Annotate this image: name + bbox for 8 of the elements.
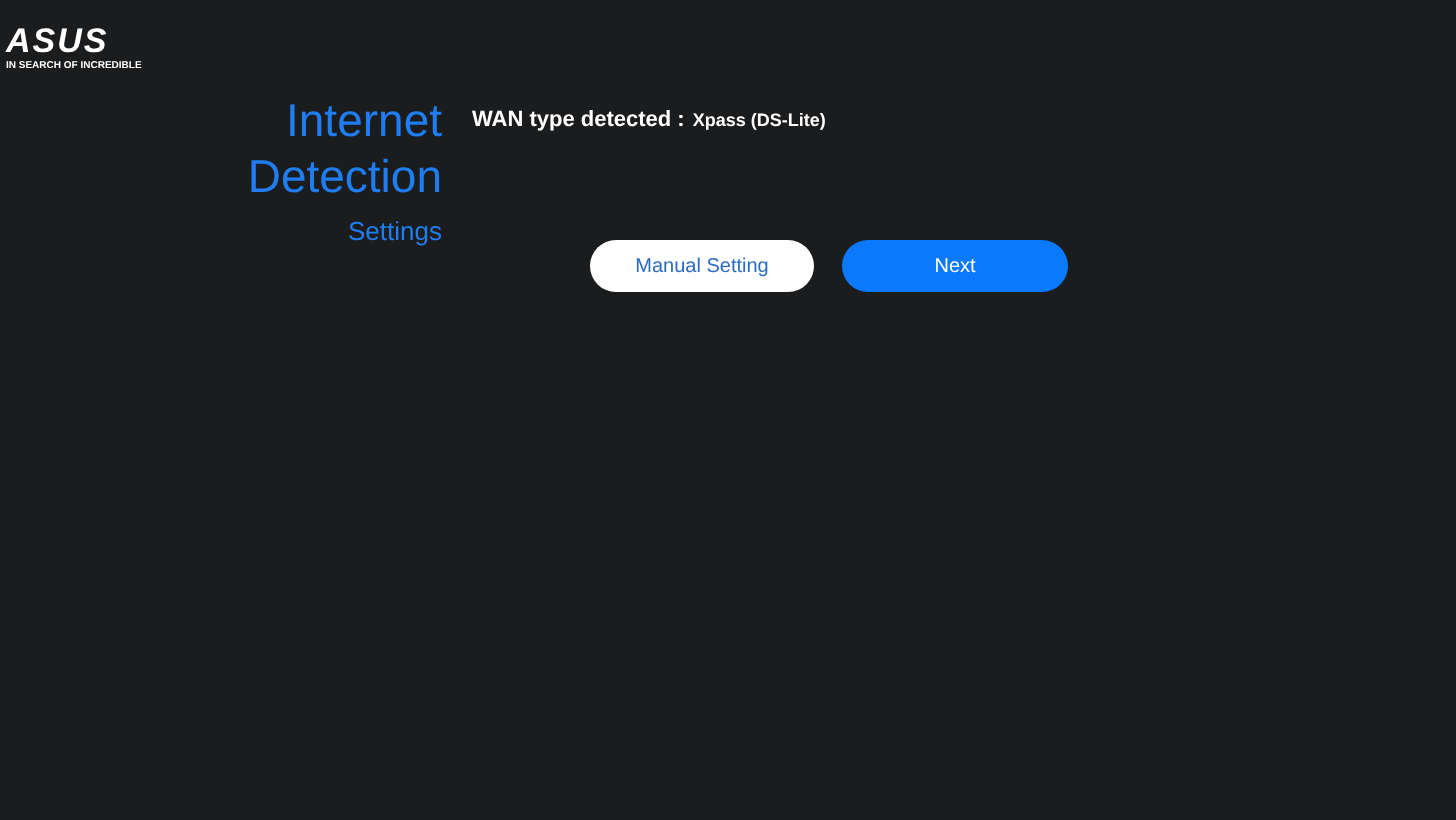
detection-value: Xpass (DS-Lite) [692, 110, 826, 130]
page-title: Detection [247, 148, 442, 204]
page-subtitle: Settings [348, 214, 442, 250]
brand-logo: ASUS [6, 24, 109, 58]
next-button[interactable]: Next [842, 240, 1068, 292]
manual-setting-button[interactable]: Manual Setting [590, 240, 814, 292]
detection-label: WAN type detected : [472, 108, 685, 132]
page-title: Internet [286, 92, 442, 148]
